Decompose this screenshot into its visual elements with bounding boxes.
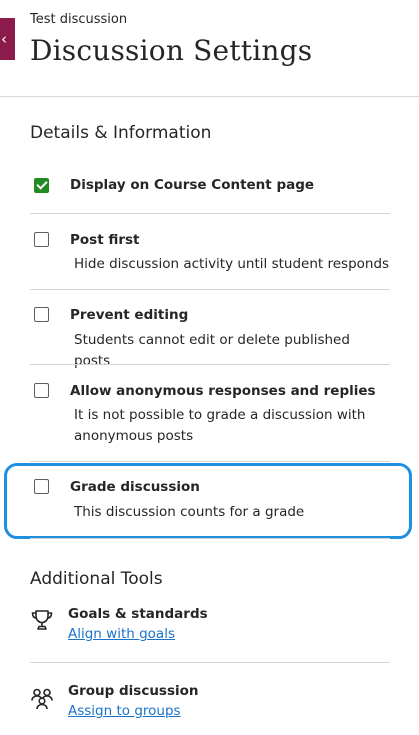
group-icon (31, 688, 53, 710)
display-on-course-content-checkbox[interactable] (34, 178, 49, 193)
page-title: Discussion Settings (30, 34, 313, 67)
option-label: Display on Course Content page (70, 177, 315, 193)
group-discussion-title: Group discussion (68, 683, 199, 699)
goals-standards-title: Goals & standards (68, 606, 208, 622)
align-with-goals-link[interactable]: Align with goals (68, 626, 175, 642)
divider (30, 289, 390, 290)
grade-discussion-checkbox[interactable] (34, 479, 49, 494)
header-divider (0, 96, 419, 97)
tools-section-heading: Additional Tools (30, 569, 163, 589)
breadcrumb: Test discussion (30, 12, 128, 27)
divider (30, 461, 390, 462)
option-description: It is not possible to grade a discussion… (74, 407, 366, 444)
option-label: Grade discussion (70, 479, 200, 495)
close-panel-button[interactable]: ‹ (0, 18, 15, 60)
divider (30, 364, 390, 365)
focus-ring (4, 463, 412, 539)
divider (30, 213, 390, 214)
option-label: Prevent editing (70, 307, 189, 323)
option-label: Post first (70, 232, 140, 248)
divider (30, 538, 390, 539)
post-first-checkbox[interactable] (34, 232, 49, 247)
trophy-icon (31, 610, 53, 630)
option-description: This discussion counts for a grade (74, 504, 305, 520)
prevent-editing-checkbox[interactable] (34, 307, 49, 322)
option-label: Allow anonymous responses and replies (70, 383, 376, 399)
option-description: Students cannot edit or delete published… (74, 332, 350, 369)
divider (30, 662, 390, 663)
option-description: Hide discussion activity until student r… (74, 256, 390, 272)
assign-to-groups-link[interactable]: Assign to groups (68, 703, 181, 719)
details-section-heading: Details & Information (30, 123, 212, 143)
allow-anonymous-checkbox[interactable] (34, 383, 49, 398)
chevron-left-icon: ‹ (1, 30, 7, 48)
